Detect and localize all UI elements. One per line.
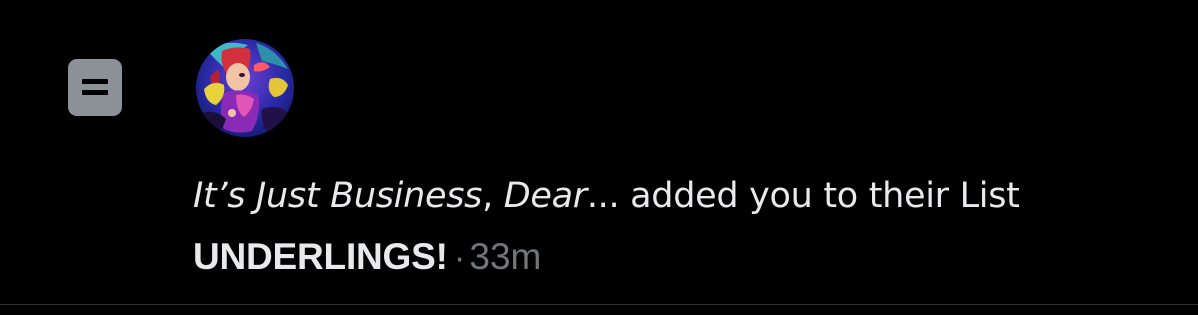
divider xyxy=(0,304,1198,305)
actor-name-ellipsis: ... xyxy=(586,176,620,216)
avatar[interactable] xyxy=(196,39,294,137)
timestamp: 33m xyxy=(469,236,542,277)
list-icon xyxy=(68,59,122,116)
separator-dot: · xyxy=(453,238,466,277)
list-name-link[interactable]: UNDERLINGS! xyxy=(193,236,448,277)
actor-name-separator: , xyxy=(482,176,504,216)
list-icon-bar-bottom xyxy=(82,90,108,95)
action-text: added you to their List xyxy=(619,176,1020,216)
notification-item[interactable]: It’s Just Business, Dear... added you to… xyxy=(0,0,1198,304)
notification-message: It’s Just Business, Dear... added you to… xyxy=(193,171,1020,221)
actor-name-part1: It’s Just Business xyxy=(193,176,483,216)
actor-name-part2: Dear xyxy=(503,176,587,216)
actor-name[interactable]: It’s Just Business, Dear... xyxy=(193,176,620,216)
list-info: UNDERLINGS! · 33m xyxy=(193,232,541,283)
avatar-image xyxy=(196,39,294,137)
list-icon-bar-top xyxy=(82,79,108,84)
